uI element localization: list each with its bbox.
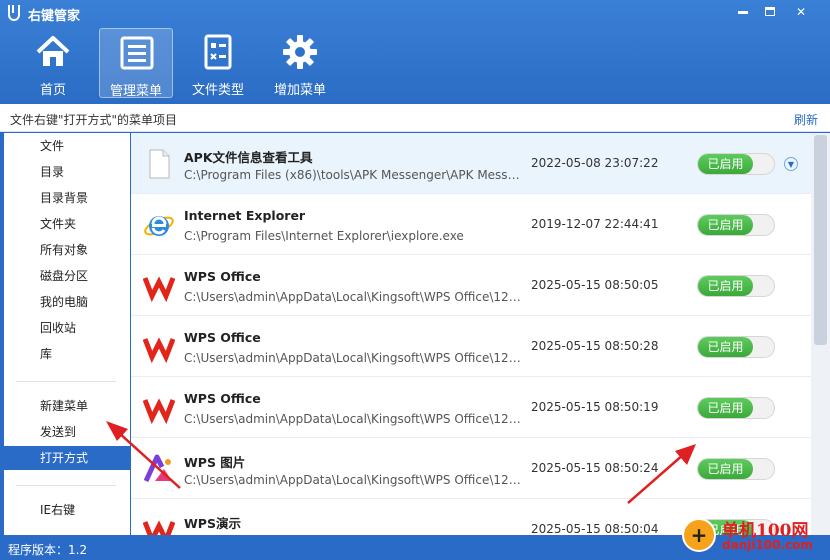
app-logo-icon	[8, 5, 20, 21]
item-path: C:\Users\admin\AppData\Local\Kingsoft\WP…	[184, 412, 524, 426]
toolbar-file-type-button[interactable]: 文件类型	[181, 28, 255, 98]
minimize-icon	[738, 11, 748, 14]
toggle-label: 已启用	[698, 459, 753, 479]
item-date: 2025-05-15 08:50:19	[531, 400, 659, 414]
file-type-icon	[204, 34, 232, 70]
refresh-link[interactable]: 刷新	[794, 111, 818, 128]
toolbar-manage-menu-button[interactable]: 管理菜单	[99, 28, 173, 99]
enable-toggle[interactable]: 已启用	[697, 397, 775, 419]
toolbar-home-button[interactable]: 首页	[16, 28, 90, 98]
version-label: 程序版本：1.2	[8, 543, 88, 557]
window-title: 右键管家	[28, 9, 81, 24]
list-item[interactable]: WPS Office C:\Users\admin\AppData\Local\…	[131, 255, 811, 316]
enable-toggle[interactable]: 已启用	[697, 458, 775, 480]
sidebar-item-disk-partition[interactable]: 磁盘分区	[4, 264, 130, 288]
minimize-button[interactable]	[730, 3, 756, 21]
blank-file-icon	[149, 149, 170, 179]
toggle-label: 已启用	[698, 337, 753, 357]
sidebar-item-send-to[interactable]: 发送到	[4, 420, 130, 444]
maximize-button[interactable]	[757, 3, 783, 21]
maximize-icon	[765, 7, 775, 16]
wps-icon	[143, 276, 175, 302]
sub-header: 文件右键"打开方式"的菜单项目 刷新	[0, 104, 830, 132]
item-name: APK文件信息查看工具	[184, 150, 313, 165]
item-path: C:\Users\admin\AppData\Local\Kingsoft\WP…	[184, 351, 524, 365]
item-path: C:\Users\admin\AppData\Local\Kingsoft\WP…	[184, 290, 524, 304]
sidebar-divider	[16, 381, 116, 382]
menu-item-list: APK文件信息查看工具 C:\Program Files (x86)\tools…	[131, 133, 811, 535]
item-name: WPS Office	[184, 269, 261, 284]
item-date: 2025-05-15 08:50:24	[531, 461, 659, 475]
close-button[interactable]: ✕	[788, 3, 814, 21]
item-path: C:\Program Files\Internet Explorer\iexpl…	[184, 229, 464, 243]
item-name: WPS Office	[184, 391, 261, 406]
sidebar-divider	[16, 485, 116, 486]
item-path: C:\Program Files (x86)\tools\APK Messeng…	[184, 168, 524, 182]
menu-location-label: 文件右键"打开方式"的菜单项目	[10, 113, 178, 127]
wps-photo-icon	[143, 454, 172, 483]
plus-icon: +	[682, 518, 716, 552]
item-name: WPS演示	[184, 516, 241, 531]
chevron-down-icon[interactable]: ▼	[784, 157, 798, 171]
enable-toggle[interactable]: 已启用	[697, 275, 775, 297]
toolbar-add-menu-button[interactable]: 增加菜单	[263, 28, 337, 98]
list-item[interactable]: WPS Office C:\Users\admin\AppData\Local\…	[131, 377, 811, 438]
toggle-label: 已启用	[698, 398, 753, 418]
toolbar-manage-menu-label: 管理菜单	[109, 84, 162, 99]
watermark-url: danji100.com	[722, 538, 813, 552]
sidebar-item-folder[interactable]: 文件夹	[4, 212, 130, 236]
toolbar-add-menu-label: 增加菜单	[273, 83, 326, 98]
sidebar-item-new-menu[interactable]: 新建菜单	[4, 394, 130, 418]
app-header: 右键管家 ✕ 首页 管理菜单 文件类型 增加菜单	[0, 0, 830, 104]
item-date: 2025-05-15 08:50:05	[531, 278, 659, 292]
sidebar-item-file[interactable]: 文件	[4, 134, 130, 158]
item-path: C:\Users\admin\AppData\Local\Kingsoft\WP…	[184, 473, 524, 487]
wps-icon	[143, 520, 175, 535]
item-date: 2019-12-07 22:44:41	[531, 217, 659, 231]
scrollbar-thumb[interactable]	[814, 135, 827, 345]
toggle-label: 已启用	[698, 276, 753, 296]
sidebar-item-directory-background[interactable]: 目录背景	[4, 186, 130, 210]
item-name: WPS 图片	[184, 455, 246, 470]
item-name: WPS Office	[184, 330, 261, 345]
wps-icon	[143, 398, 175, 424]
enable-toggle[interactable]: 已启用	[697, 336, 775, 358]
list-item[interactable]: WPS Office C:\Users\admin\AppData\Local\…	[131, 316, 811, 377]
item-date: 2025-05-15 08:50:28	[531, 339, 659, 353]
close-icon: ✕	[795, 5, 807, 19]
sidebar: 文件 目录 目录背景 文件夹 所有对象 磁盘分区 我的电脑 回收站 库 新建菜单…	[4, 133, 130, 535]
list-item[interactable]: APK文件信息查看工具 C:\Program Files (x86)\tools…	[131, 133, 811, 194]
list-item[interactable]: Internet Explorer C:\Program Files\Inter…	[131, 194, 811, 255]
sidebar-item-recycle-bin[interactable]: 回收站	[4, 316, 130, 340]
list-item[interactable]: WPS 图片 C:\Users\admin\AppData\Local\King…	[131, 438, 811, 499]
internet-explorer-icon	[144, 216, 174, 236]
item-date: 2025-05-15 08:50:04	[531, 522, 659, 535]
main-toolbar: 首页 管理菜单 文件类型 增加菜单	[0, 26, 830, 104]
list-scrollbar[interactable]	[811, 133, 830, 535]
toolbar-home-label: 首页	[39, 83, 66, 98]
gear-icon	[283, 35, 317, 69]
sidebar-item-ie-context[interactable]: IE右键	[4, 498, 130, 522]
sidebar-item-directory[interactable]: 目录	[4, 160, 130, 184]
watermark-logo: + 单机100网 danji100.com	[682, 514, 828, 558]
toggle-label: 已启用	[698, 154, 753, 174]
toggle-label: 已启用	[698, 215, 753, 235]
wps-icon	[143, 337, 175, 363]
title-bar: 右键管家 ✕	[0, 0, 830, 26]
home-icon	[36, 36, 70, 66]
sidebar-item-open-with[interactable]: 打开方式	[4, 446, 130, 470]
toolbar-file-type-label: 文件类型	[191, 83, 244, 98]
sidebar-item-my-computer[interactable]: 我的电脑	[4, 290, 130, 314]
sidebar-item-all-objects[interactable]: 所有对象	[4, 238, 130, 262]
item-name: Internet Explorer	[184, 208, 306, 223]
item-date: 2022-05-08 23:07:22	[531, 156, 659, 170]
enable-toggle[interactable]: 已启用	[697, 214, 775, 236]
sidebar-item-library[interactable]: 库	[4, 342, 130, 366]
enable-toggle[interactable]: 已启用	[697, 153, 775, 175]
menu-list-icon	[120, 36, 154, 70]
